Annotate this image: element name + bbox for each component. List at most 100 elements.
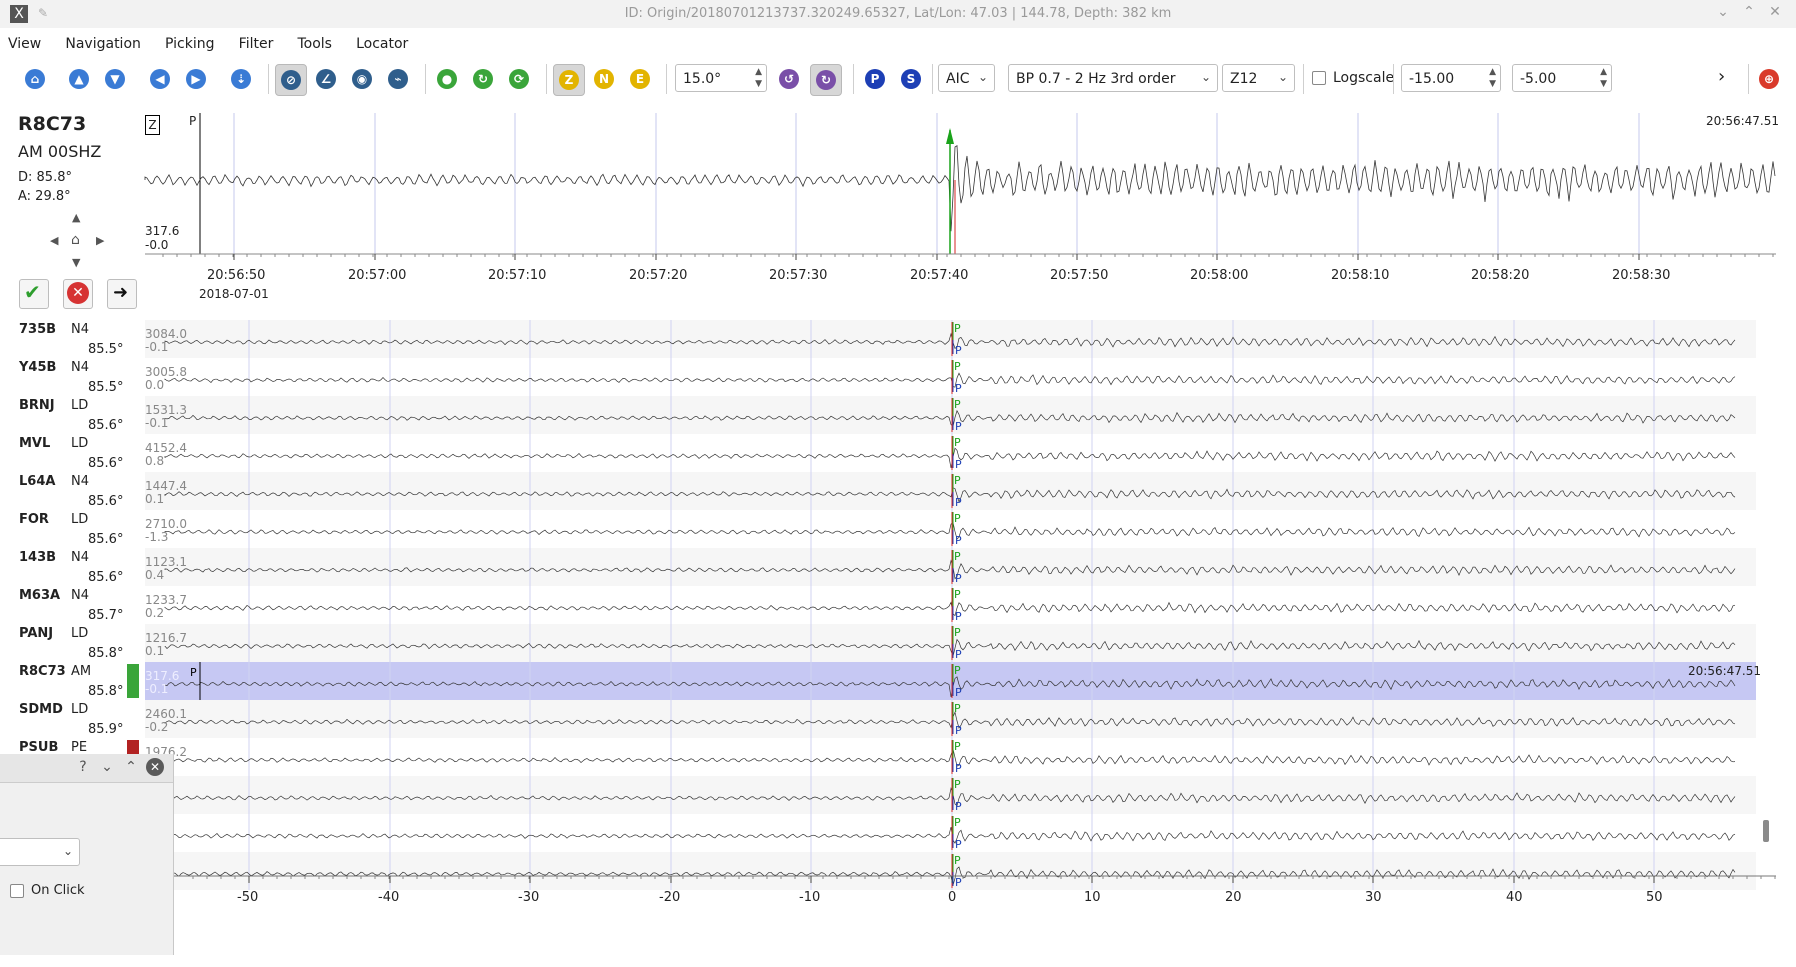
trace-status-bar	[127, 664, 139, 698]
trace-network: N4	[71, 588, 89, 603]
trace-pick-label: P	[954, 664, 961, 677]
trace-distance: 85.7°	[88, 608, 124, 623]
trace-distance: 85.5°	[88, 380, 124, 395]
trace-auto-label: P	[955, 648, 962, 661]
time-tick-label: 20:58:20	[1471, 268, 1530, 283]
rel-tick-label: -30	[518, 890, 540, 905]
close-dock-icon[interactable]: ✕	[146, 758, 164, 776]
dock-select[interactable]: ⌄	[0, 838, 80, 866]
trace-station: BRNJ	[19, 398, 55, 413]
waveform-area: PPPPPPPPPPPPPPPPPPPPPPPPPPPPPPP	[127, 113, 1776, 890]
trace-amp: 1123.1	[145, 555, 187, 569]
time-tick-label: 20:57:20	[629, 268, 688, 283]
trace-distance: 85.9°	[88, 722, 124, 737]
trace-distance: 85.6°	[88, 570, 124, 585]
trace-pick-label: P	[954, 550, 961, 563]
trace-station: M63A	[19, 588, 61, 603]
zoom-date: 2018-07-01	[199, 287, 269, 301]
trace-auto-label: P	[955, 458, 962, 471]
on-click-checkbox[interactable]	[10, 884, 24, 898]
trace-pick-label: P	[954, 740, 961, 753]
rel-tick-label: 10	[1084, 890, 1101, 905]
zoom-amp-min: -0.0	[145, 238, 169, 252]
rel-tick-label: 20	[1225, 890, 1242, 905]
trace-amp: 3005.8	[145, 365, 187, 379]
trace-amp: 3084.0	[145, 327, 187, 341]
trace-auto-label: P	[955, 344, 962, 357]
trace-pick-label: P	[954, 778, 961, 791]
trace-offset: 0.2	[145, 606, 165, 620]
trace-distance: 85.6°	[88, 532, 124, 547]
trace-pick-label: P	[954, 360, 961, 373]
trace-amp: 1233.7	[145, 593, 187, 607]
trace-auto-label: P	[955, 838, 962, 851]
rel-tick-label: 30	[1365, 890, 1382, 905]
trace-network: LD	[71, 512, 89, 527]
trace-auto-label: P	[955, 382, 962, 395]
rel-tick-label: 50	[1646, 890, 1663, 905]
on-click-label: On Click	[31, 883, 85, 898]
trace-offset: 0.1	[145, 644, 165, 658]
trace-distance: 85.6°	[88, 494, 124, 509]
trace-network: LD	[71, 398, 89, 413]
trace-amp: 2460.1	[145, 707, 187, 721]
trace-auto-label: P	[955, 724, 962, 737]
trace-distance: 85.5°	[88, 342, 124, 357]
zoom-end-time: 20:56:47.51	[1706, 114, 1779, 128]
time-tick-label: 20:56:50	[207, 268, 266, 283]
trace-amp: 1531.3	[145, 403, 187, 417]
trace-network: AM	[71, 664, 92, 679]
trace-station: Y45B	[19, 360, 57, 375]
trace-station: FOR	[19, 512, 49, 527]
trace-distance: 85.8°	[88, 646, 124, 661]
status-strip	[0, 955, 1796, 967]
trace-station: 143B	[19, 550, 57, 565]
trace-auto-label: P	[955, 876, 962, 889]
trace-station: SDMD	[19, 702, 63, 717]
trace-auto-label: P	[955, 762, 962, 775]
trace-scrollbar	[1763, 820, 1769, 842]
trace-station: PSUB	[19, 740, 59, 755]
trace-offset: -0.2	[145, 720, 169, 734]
time-tick-label: 20:57:10	[488, 268, 547, 283]
trace-pick-label: P	[954, 816, 961, 829]
trace-amp: 2710.0	[145, 517, 187, 531]
trace-pick-label: P	[954, 474, 961, 487]
chevron-down-icon[interactable]: ⌄	[98, 759, 116, 775]
trace-pick-label: P	[954, 588, 961, 601]
trace-network: LD	[71, 702, 89, 717]
rel-tick-label: -40	[378, 890, 400, 905]
zoom-trace	[144, 113, 1776, 260]
help-icon[interactable]: ?	[74, 759, 92, 775]
trace-list: PPPPPPPPPPPPPPPPPPPPPPPPPPPPPPP	[127, 320, 1756, 890]
trace-amp: 4152.4	[145, 441, 187, 455]
trace-amp: 1447.4	[145, 479, 187, 493]
trace-auto-label: P	[955, 534, 962, 547]
component-indicator: Z	[145, 115, 160, 135]
rel-tick-label: -10	[799, 890, 821, 905]
trace-offset: -0.1	[145, 682, 169, 696]
time-tick-label: 20:57:30	[769, 268, 828, 283]
trace-pick-text: P	[190, 666, 197, 679]
highlight-time-label: 20:56:47.51	[1688, 664, 1761, 678]
zoom-pick-label: P	[189, 114, 197, 128]
trace-amp: 317.6	[145, 669, 180, 683]
trace-offset: 0.0	[145, 378, 165, 392]
trace-station: MVL	[19, 436, 51, 451]
trace-amp: 1216.7	[145, 631, 187, 645]
trace-station: R8C73	[19, 664, 66, 679]
trace-auto-label: P	[955, 686, 962, 699]
trace-network: N4	[71, 360, 89, 375]
trace-station: 735B	[19, 322, 57, 337]
trace-pick-label: P	[954, 702, 961, 715]
trace-network: PE	[71, 740, 88, 755]
trace-pick-label: P	[954, 626, 961, 639]
dock-header: ? ⌄ ⌃ ✕	[0, 754, 173, 783]
chevron-up-icon[interactable]: ⌃	[122, 759, 140, 775]
trace-network: LD	[71, 626, 89, 641]
zoom-amp-max: 317.6	[145, 224, 180, 238]
trace-offset: 0.1	[145, 492, 165, 506]
trace-pick-label: P	[954, 436, 961, 449]
trace-distance: 85.6°	[88, 418, 124, 433]
trace-offset: 0.4	[145, 568, 165, 582]
